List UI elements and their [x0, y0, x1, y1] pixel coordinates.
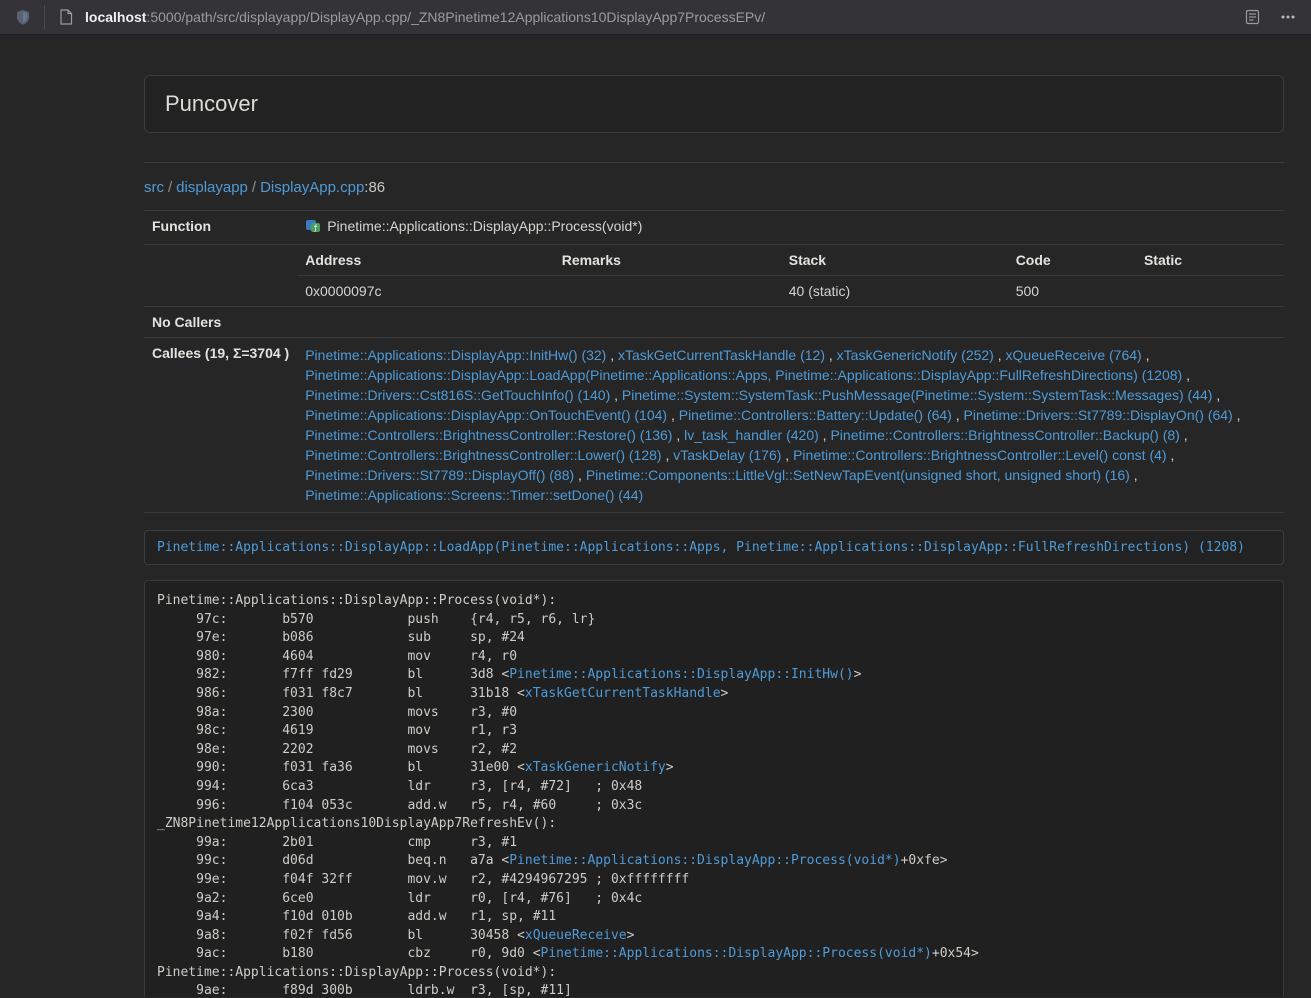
shield-icon[interactable]: [12, 6, 34, 28]
url-bar[interactable]: localhost:5000/path/src/displayapp/Displ…: [85, 9, 1225, 25]
callee-link[interactable]: Pinetime::Components::LittleVgl::SetNewT…: [586, 467, 1130, 483]
assembly-symbol-link[interactable]: xQueueReceive: [525, 928, 627, 943]
no-callers-cell: [297, 307, 1284, 338]
breadcrumb-separator: /: [252, 179, 256, 196]
function-stats-table: Address Remarks Stack Code Static: [297, 245, 1284, 306]
empty-row-label: [144, 245, 297, 307]
disassembly-panel: Pinetime::Applications::DisplayApp::Proc…: [144, 580, 1284, 997]
column-header-static: Static: [1136, 245, 1284, 276]
no-callers-row: No Callers: [144, 307, 1284, 338]
function-icon: ƒ: [305, 218, 321, 234]
callee-link[interactable]: Pinetime::Drivers::Cst816S::GetTouchInfo…: [305, 387, 610, 403]
cell-address: 0x0000097c: [297, 276, 554, 307]
divider: [144, 162, 1284, 163]
more-menu-icon[interactable]: [1277, 6, 1299, 28]
svg-text:ƒ: ƒ: [313, 223, 318, 232]
disassembly-code: Pinetime::Applications::DisplayApp::Proc…: [157, 593, 979, 997]
breadcrumb: src/displayapp/DisplayApp.cpp:86: [144, 179, 1284, 196]
assembly-symbol-link[interactable]: Pinetime::Applications::DisplayApp::Proc…: [509, 853, 900, 868]
callee-link[interactable]: Pinetime::System::SystemTask::PushMessag…: [622, 387, 1213, 403]
callee-link[interactable]: vTaskDelay (176): [673, 447, 781, 463]
callees-label: Callees (19, Σ=3704 ): [144, 338, 297, 513]
url-host: localhost: [85, 9, 146, 25]
no-callers-label: No Callers: [144, 307, 297, 338]
callee-link[interactable]: xTaskGenericNotify (252): [837, 347, 994, 363]
function-row-label: Function: [144, 211, 297, 245]
selected-symbol-link[interactable]: Pinetime::Applications::DisplayApp::Load…: [157, 540, 1245, 555]
callee-link[interactable]: Pinetime::Controllers::BrightnessControl…: [793, 447, 1166, 463]
function-info-table: Function ƒ Pinetime::A: [144, 210, 1284, 513]
callee-link[interactable]: xTaskGetCurrentTaskHandle (12): [618, 347, 825, 363]
callee-link[interactable]: Pinetime::Applications::DisplayApp::Load…: [305, 367, 1182, 383]
callee-link[interactable]: Pinetime::Applications::DisplayApp::OnTo…: [305, 407, 667, 423]
app-header: Puncover: [144, 75, 1284, 133]
cell-static: [1136, 276, 1284, 307]
breadcrumb-file-link[interactable]: DisplayApp.cpp: [260, 179, 364, 196]
breadcrumb-separator: /: [168, 179, 172, 196]
column-header-remarks: Remarks: [554, 245, 781, 276]
callees-row: Callees (19, Σ=3704 ) Pinetime::Applicat…: [144, 338, 1284, 513]
page-icon: [55, 6, 77, 28]
callee-link[interactable]: Pinetime::Applications::Screens::Timer::…: [305, 487, 643, 503]
browser-toolbar: localhost:5000/path/src/displayapp/Displ…: [0, 0, 1311, 35]
url-path: :5000/path/src/displayapp/DisplayApp.cpp…: [146, 9, 765, 25]
reader-view-icon[interactable]: [1241, 6, 1263, 28]
breadcrumb-src-link[interactable]: src: [144, 179, 164, 196]
function-name: Pinetime::Applications::DisplayApp::Proc…: [327, 218, 642, 234]
selected-symbol-panel: Pinetime::Applications::DisplayApp::Load…: [144, 530, 1284, 565]
breadcrumb-displayapp-link[interactable]: displayapp: [176, 179, 248, 196]
callee-link[interactable]: lv_task_handler (420): [684, 427, 819, 443]
cell-code: 500: [1008, 276, 1136, 307]
breadcrumb-line-number: :86: [364, 179, 385, 196]
table-row: 0x0000097c 40 (static) 500: [297, 276, 1284, 307]
callee-link[interactable]: Pinetime::Drivers::St7789::DisplayOff() …: [305, 467, 574, 483]
callee-link[interactable]: Pinetime::Controllers::BrightnessControl…: [305, 447, 661, 463]
assembly-symbol-link[interactable]: xTaskGenericNotify: [525, 760, 666, 775]
assembly-symbol-link[interactable]: Pinetime::Applications::DisplayApp::Init…: [509, 667, 853, 682]
cell-remarks: [554, 276, 781, 307]
callee-link[interactable]: xQueueReceive (764): [1006, 347, 1142, 363]
callee-link[interactable]: Pinetime::Controllers::Battery::Update()…: [679, 407, 952, 423]
callee-link[interactable]: Pinetime::Controllers::BrightnessControl…: [830, 427, 1179, 443]
assembly-symbol-link[interactable]: Pinetime::Applications::DisplayApp::Proc…: [541, 946, 932, 961]
page-content: Puncover src/displayapp/DisplayApp.cpp:8…: [0, 35, 1311, 997]
cell-stack: 40 (static): [781, 276, 1008, 307]
function-row: Function ƒ Pinetime::A: [144, 211, 1284, 245]
callee-link[interactable]: Pinetime::Controllers::BrightnessControl…: [305, 427, 672, 443]
toolbar-divider: [44, 5, 45, 29]
callee-link[interactable]: Pinetime::Applications::DisplayApp::Init…: [305, 347, 606, 363]
callee-link[interactable]: Pinetime::Drivers::St7789::DisplayOn() (…: [964, 407, 1233, 423]
browser-window: localhost:5000/path/src/displayapp/Displ…: [0, 0, 1311, 998]
assembly-symbol-link[interactable]: xTaskGetCurrentTaskHandle: [525, 686, 721, 701]
page-title: Puncover: [165, 91, 258, 116]
column-header-address: Address: [297, 245, 554, 276]
column-header-stack: Stack: [781, 245, 1008, 276]
column-header-code: Code: [1008, 245, 1136, 276]
function-stats-row: Address Remarks Stack Code Static: [144, 245, 1284, 307]
callees-list: Pinetime::Applications::DisplayApp::Init…: [297, 338, 1284, 513]
